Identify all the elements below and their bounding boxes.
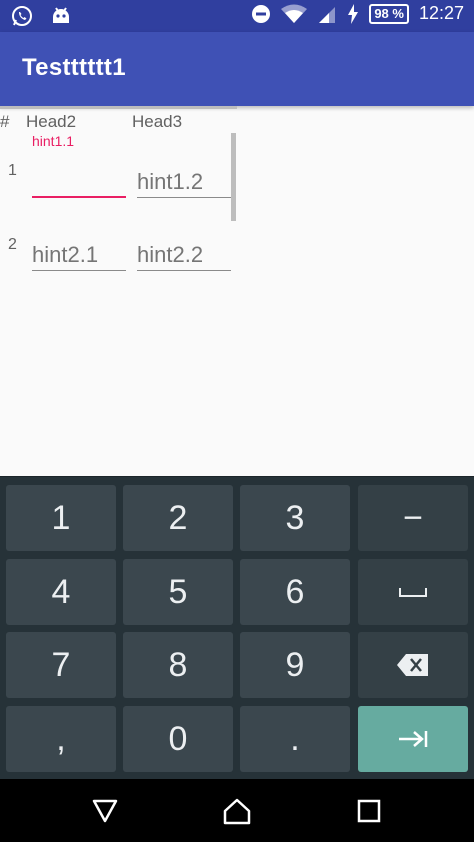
key-space[interactable] — [358, 559, 468, 625]
key-period[interactable]: . — [240, 706, 350, 772]
home-icon — [223, 798, 251, 825]
vertical-scrollbar[interactable] — [231, 133, 236, 221]
key-6[interactable]: 6 — [240, 559, 350, 625]
charging-icon — [347, 3, 359, 24]
key-backspace[interactable] — [358, 632, 468, 698]
space-icon — [399, 588, 427, 597]
row-number: 1 — [8, 162, 17, 179]
battery-indicator: 98 % — [369, 3, 409, 24]
key-5[interactable]: 5 — [123, 559, 233, 625]
key-4[interactable]: 4 — [6, 559, 116, 625]
input-field-2-1[interactable]: hint2.1 — [32, 236, 126, 276]
page-title: Testttttt1 — [22, 54, 126, 81]
whatsapp-icon — [10, 4, 34, 28]
input-underline — [137, 270, 231, 271]
numeric-keyboard: 1 2 3 − 4 5 6 7 8 9 , 0 . — [0, 476, 474, 780]
key-next[interactable] — [358, 706, 468, 772]
input-hint: hint1.2 — [137, 169, 204, 194]
input-underline — [32, 196, 126, 198]
back-icon — [92, 799, 118, 823]
key-1[interactable]: 1 — [6, 485, 116, 551]
android-robot-icon — [50, 4, 72, 28]
app-bar: Testttttt1 — [0, 32, 474, 106]
key-comma[interactable]: , — [6, 706, 116, 772]
horizontal-scrollbar[interactable] — [0, 106, 237, 109]
input-underline — [137, 197, 231, 198]
home-button[interactable] — [221, 795, 253, 827]
input-hint: hint2.2 — [137, 242, 204, 267]
key-0[interactable]: 0 — [123, 706, 233, 772]
recents-button[interactable] — [353, 795, 385, 827]
key-3[interactable]: 3 — [240, 485, 350, 551]
input-field-1-2[interactable]: hint1.2 — [137, 163, 231, 203]
row-number: 2 — [8, 236, 17, 253]
wifi-icon — [281, 4, 308, 24]
key-7[interactable]: 7 — [6, 632, 116, 698]
do-not-disturb-icon — [251, 4, 271, 24]
next-tab-icon — [399, 731, 428, 747]
back-button[interactable] — [89, 795, 121, 827]
column-header-number: # — [0, 112, 10, 131]
signal-icon — [317, 4, 337, 24]
column-header-head3: Head3 — [132, 112, 183, 131]
recents-icon — [357, 799, 381, 823]
backspace-icon — [397, 654, 428, 676]
key-2[interactable]: 2 — [123, 485, 233, 551]
status-bar: 98 % 12:27 — [0, 0, 474, 32]
clock: 12:27 — [418, 3, 464, 23]
floating-hint-label: hint1.1 — [32, 133, 75, 149]
input-field-2-2[interactable]: hint2.2 — [137, 236, 231, 276]
input-field-1-1[interactable] — [32, 163, 126, 203]
input-hint: hint2.1 — [32, 242, 99, 267]
column-header-head2: Head2 — [26, 112, 77, 131]
input-underline — [32, 270, 126, 271]
navigation-bar — [0, 779, 474, 842]
key-9[interactable]: 9 — [240, 632, 350, 698]
key-8[interactable]: 8 — [123, 632, 233, 698]
key-minus[interactable]: − — [358, 485, 468, 551]
